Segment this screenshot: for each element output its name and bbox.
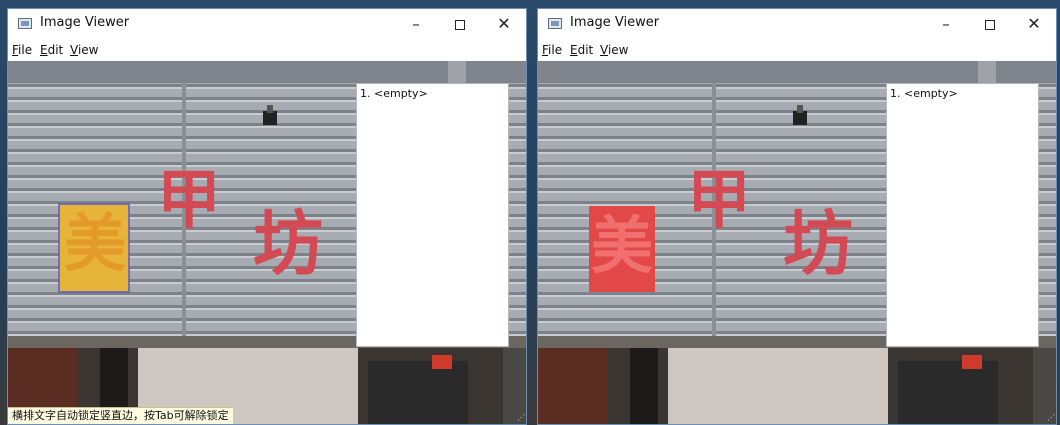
close-button[interactable]: ✕	[1012, 9, 1056, 39]
sign-char-2: 甲	[687, 164, 751, 238]
sign-char-1: 美	[63, 207, 126, 280]
title-bar[interactable]: Image Viewer – ✕	[8, 9, 526, 39]
window-title: Image Viewer	[570, 15, 660, 30]
resize-grip-icon[interactable]: ⋰	[517, 413, 525, 422]
sign-char-3: 坊	[253, 203, 323, 285]
menu-bar: File Edit View	[538, 39, 1056, 61]
menu-view[interactable]: View	[600, 43, 628, 57]
minimize-button[interactable]: –	[924, 9, 968, 39]
sign-char-3: 坊	[783, 203, 853, 285]
image-viewer-window-1: Image Viewer – ✕ File Edit View 美 甲 坊 1.…	[7, 8, 527, 425]
sign-char-1: 美	[590, 209, 653, 282]
image-canvas[interactable]: 美 甲 坊 1. <empty> ⋰	[538, 61, 1056, 424]
maximize-icon	[455, 19, 465, 30]
menu-edit[interactable]: Edit	[40, 43, 63, 57]
image-viewer-window-2: Image Viewer – ✕ File Edit View 美 甲 坊 1.…	[537, 8, 1057, 425]
annotation-list[interactable]: 1. <empty>	[356, 83, 509, 347]
close-button[interactable]: ✕	[482, 9, 526, 39]
app-icon	[548, 18, 562, 29]
maximize-icon	[985, 19, 995, 30]
menu-bar: File Edit View	[8, 39, 526, 61]
image-canvas[interactable]: 美 甲 坊 1. <empty> 横排文字自动锁定竖直边，按Tab可解除锁定 ⋰	[8, 61, 526, 424]
menu-view[interactable]: View	[70, 43, 98, 57]
app-icon	[18, 18, 32, 29]
status-hint: 横排文字自动锁定竖直边，按Tab可解除锁定	[8, 407, 233, 424]
minimize-icon: –	[412, 15, 420, 33]
list-item[interactable]: 1. <empty>	[890, 87, 958, 100]
maximize-button[interactable]	[438, 9, 482, 39]
menu-file[interactable]: File	[542, 43, 562, 57]
menu-edit[interactable]: Edit	[570, 43, 593, 57]
close-icon: ✕	[497, 14, 511, 33]
maximize-button[interactable]	[968, 9, 1012, 39]
minimize-icon: –	[942, 15, 950, 33]
menu-file[interactable]: File	[12, 43, 32, 57]
minimize-button[interactable]: –	[394, 9, 438, 39]
annotation-list[interactable]: 1. <empty>	[886, 83, 1039, 347]
window-title: Image Viewer	[40, 15, 130, 30]
resize-grip-icon[interactable]: ⋰	[1047, 413, 1055, 422]
list-item[interactable]: 1. <empty>	[360, 87, 428, 100]
sign-char-2: 甲	[157, 164, 221, 238]
title-bar[interactable]: Image Viewer – ✕	[538, 9, 1056, 39]
close-icon: ✕	[1027, 14, 1041, 33]
